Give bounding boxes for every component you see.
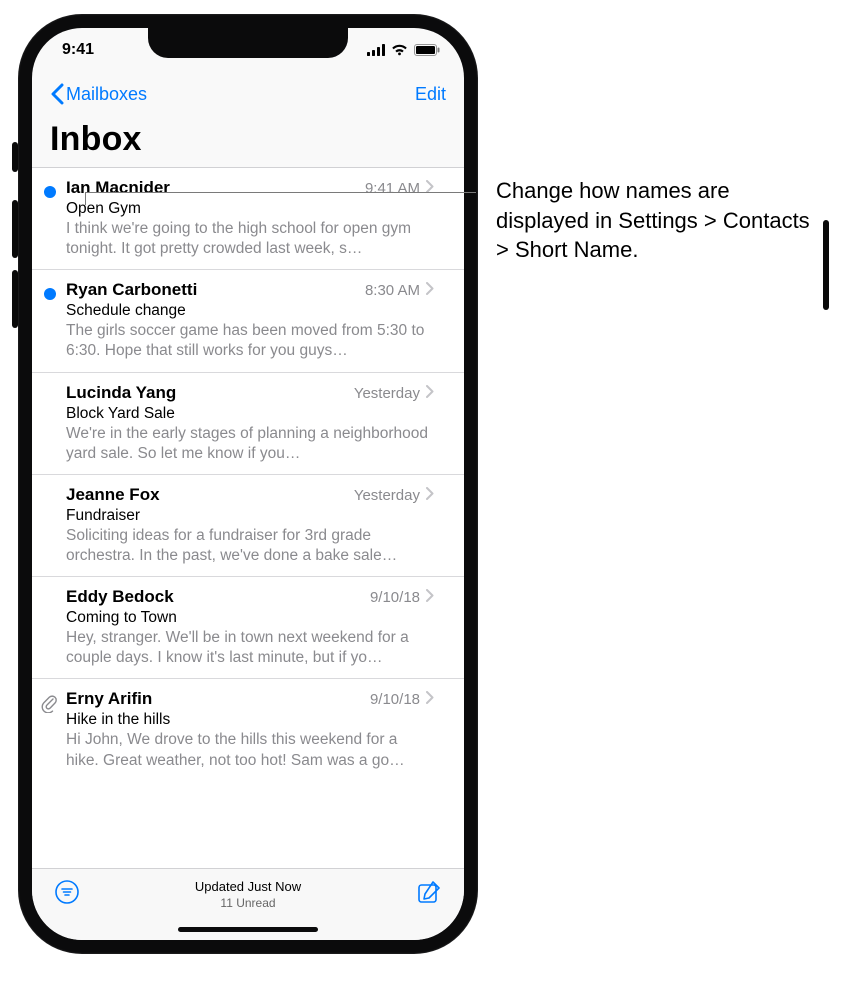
mail-row-top: Erny Arifin9/10/18 <box>66 689 434 709</box>
toolbar-status: Updated Just Now 11 Unread <box>195 879 301 911</box>
mail-list[interactable]: Ian Macnider9:41 AM Open GymI think we're… <box>32 167 464 868</box>
mail-sender: Ryan Carbonetti <box>66 280 365 300</box>
mail-row-top: Ian Macnider9:41 AM <box>66 178 434 198</box>
mail-row-top: Jeanne FoxYesterday <box>66 485 434 505</box>
back-button[interactable]: Mailboxes <box>50 83 147 105</box>
mail-sender: Ian Macnider <box>66 178 365 198</box>
mail-row[interactable]: Eddy Bedock9/10/18 Coming to TownHey, str… <box>32 577 464 679</box>
mail-preview: We're in the early stages of planning a … <box>66 424 434 464</box>
mail-row-top: Lucinda YangYesterday <box>66 383 434 403</box>
mail-row-top: Eddy Bedock9/10/18 <box>66 587 434 607</box>
chevron-right-icon <box>426 691 434 708</box>
mail-sender: Lucinda Yang <box>66 383 354 403</box>
notch <box>148 28 348 58</box>
mail-row[interactable]: Erny Arifin9/10/18 Hike in the hillsHi Jo… <box>32 679 464 780</box>
mail-subject: Schedule change <box>66 302 434 320</box>
filter-icon <box>54 879 80 905</box>
mail-preview: Hi John, We drove to the hills this week… <box>66 730 434 770</box>
mail-preview: The girls soccer game has been moved fro… <box>66 321 434 361</box>
wifi-icon <box>391 44 408 56</box>
mail-preview: I think we're going to the high school f… <box>66 219 434 259</box>
chevron-right-icon <box>426 180 434 197</box>
mail-row[interactable]: Ryan Carbonetti8:30 AM Schedule changeThe… <box>32 270 464 372</box>
mail-row[interactable]: Lucinda YangYesterday Block Yard SaleWe'r… <box>32 373 464 475</box>
callout-text: Change how names are displayed in Settin… <box>496 176 826 265</box>
toolbar-status-line2: 11 Unread <box>195 896 301 912</box>
attachment-icon <box>40 693 58 718</box>
mail-row-meta: 8:30 AM <box>365 282 434 299</box>
mail-subject: Fundraiser <box>66 507 434 525</box>
status-icons <box>367 44 440 56</box>
mail-subject: Open Gym <box>66 200 434 218</box>
callout-pointer <box>85 192 476 193</box>
mail-subject: Hike in the hills <box>66 711 434 729</box>
nav-bar: Mailboxes Edit <box>32 72 464 116</box>
toolbar-status-line1: Updated Just Now <box>195 879 301 896</box>
mail-row-meta: 9:41 AM <box>365 180 434 197</box>
mail-preview: Soliciting ideas for a fundraiser for 3r… <box>66 526 434 566</box>
chevron-right-icon <box>426 589 434 606</box>
mail-row-meta: Yesterday <box>354 487 434 504</box>
chevron-right-icon <box>426 487 434 504</box>
mail-timestamp: Yesterday <box>354 385 420 402</box>
screen: 9:41 Mailboxes Edit Inbox Ian Macnider9:… <box>32 28 464 940</box>
mail-sender: Jeanne Fox <box>66 485 354 505</box>
mail-subject: Coming to Town <box>66 609 434 627</box>
mail-row-top: Ryan Carbonetti8:30 AM <box>66 280 434 300</box>
unread-dot-icon <box>44 288 56 300</box>
mail-sender: Erny Arifin <box>66 689 370 709</box>
status-time: 9:41 <box>62 41 122 59</box>
home-indicator[interactable] <box>178 927 318 932</box>
mail-row[interactable]: Ian Macnider9:41 AM Open GymI think we're… <box>32 168 464 270</box>
chevron-right-icon <box>426 385 434 402</box>
mail-subject: Block Yard Sale <box>66 405 434 423</box>
chevron-right-icon <box>426 282 434 299</box>
edit-button[interactable]: Edit <box>415 84 446 105</box>
back-label: Mailboxes <box>66 84 147 105</box>
phone-frame: 9:41 Mailboxes Edit Inbox Ian Macnider9:… <box>18 14 478 954</box>
title-bar: Inbox <box>32 116 464 167</box>
mail-timestamp: 9/10/18 <box>370 691 420 708</box>
compose-button[interactable] <box>416 879 442 910</box>
mail-row[interactable]: Jeanne FoxYesterday FundraiserSoliciting … <box>32 475 464 577</box>
cellular-icon <box>367 44 385 56</box>
filter-button[interactable] <box>54 879 80 910</box>
mail-timestamp: 9:41 AM <box>365 180 420 197</box>
battery-icon <box>414 44 440 56</box>
mail-row-meta: 9/10/18 <box>370 691 434 708</box>
mail-timestamp: 9/10/18 <box>370 589 420 606</box>
mail-row-meta: 9/10/18 <box>370 589 434 606</box>
mail-row-meta: Yesterday <box>354 385 434 402</box>
page-title: Inbox <box>50 120 446 159</box>
mail-timestamp: Yesterday <box>354 487 420 504</box>
chevron-left-icon <box>50 83 64 105</box>
compose-icon <box>416 879 442 905</box>
mail-sender: Eddy Bedock <box>66 587 370 607</box>
mail-preview: Hey, stranger. We'll be in town next wee… <box>66 628 434 668</box>
callout-pointer <box>85 192 86 205</box>
unread-dot-icon <box>44 186 56 198</box>
mail-timestamp: 8:30 AM <box>365 282 420 299</box>
